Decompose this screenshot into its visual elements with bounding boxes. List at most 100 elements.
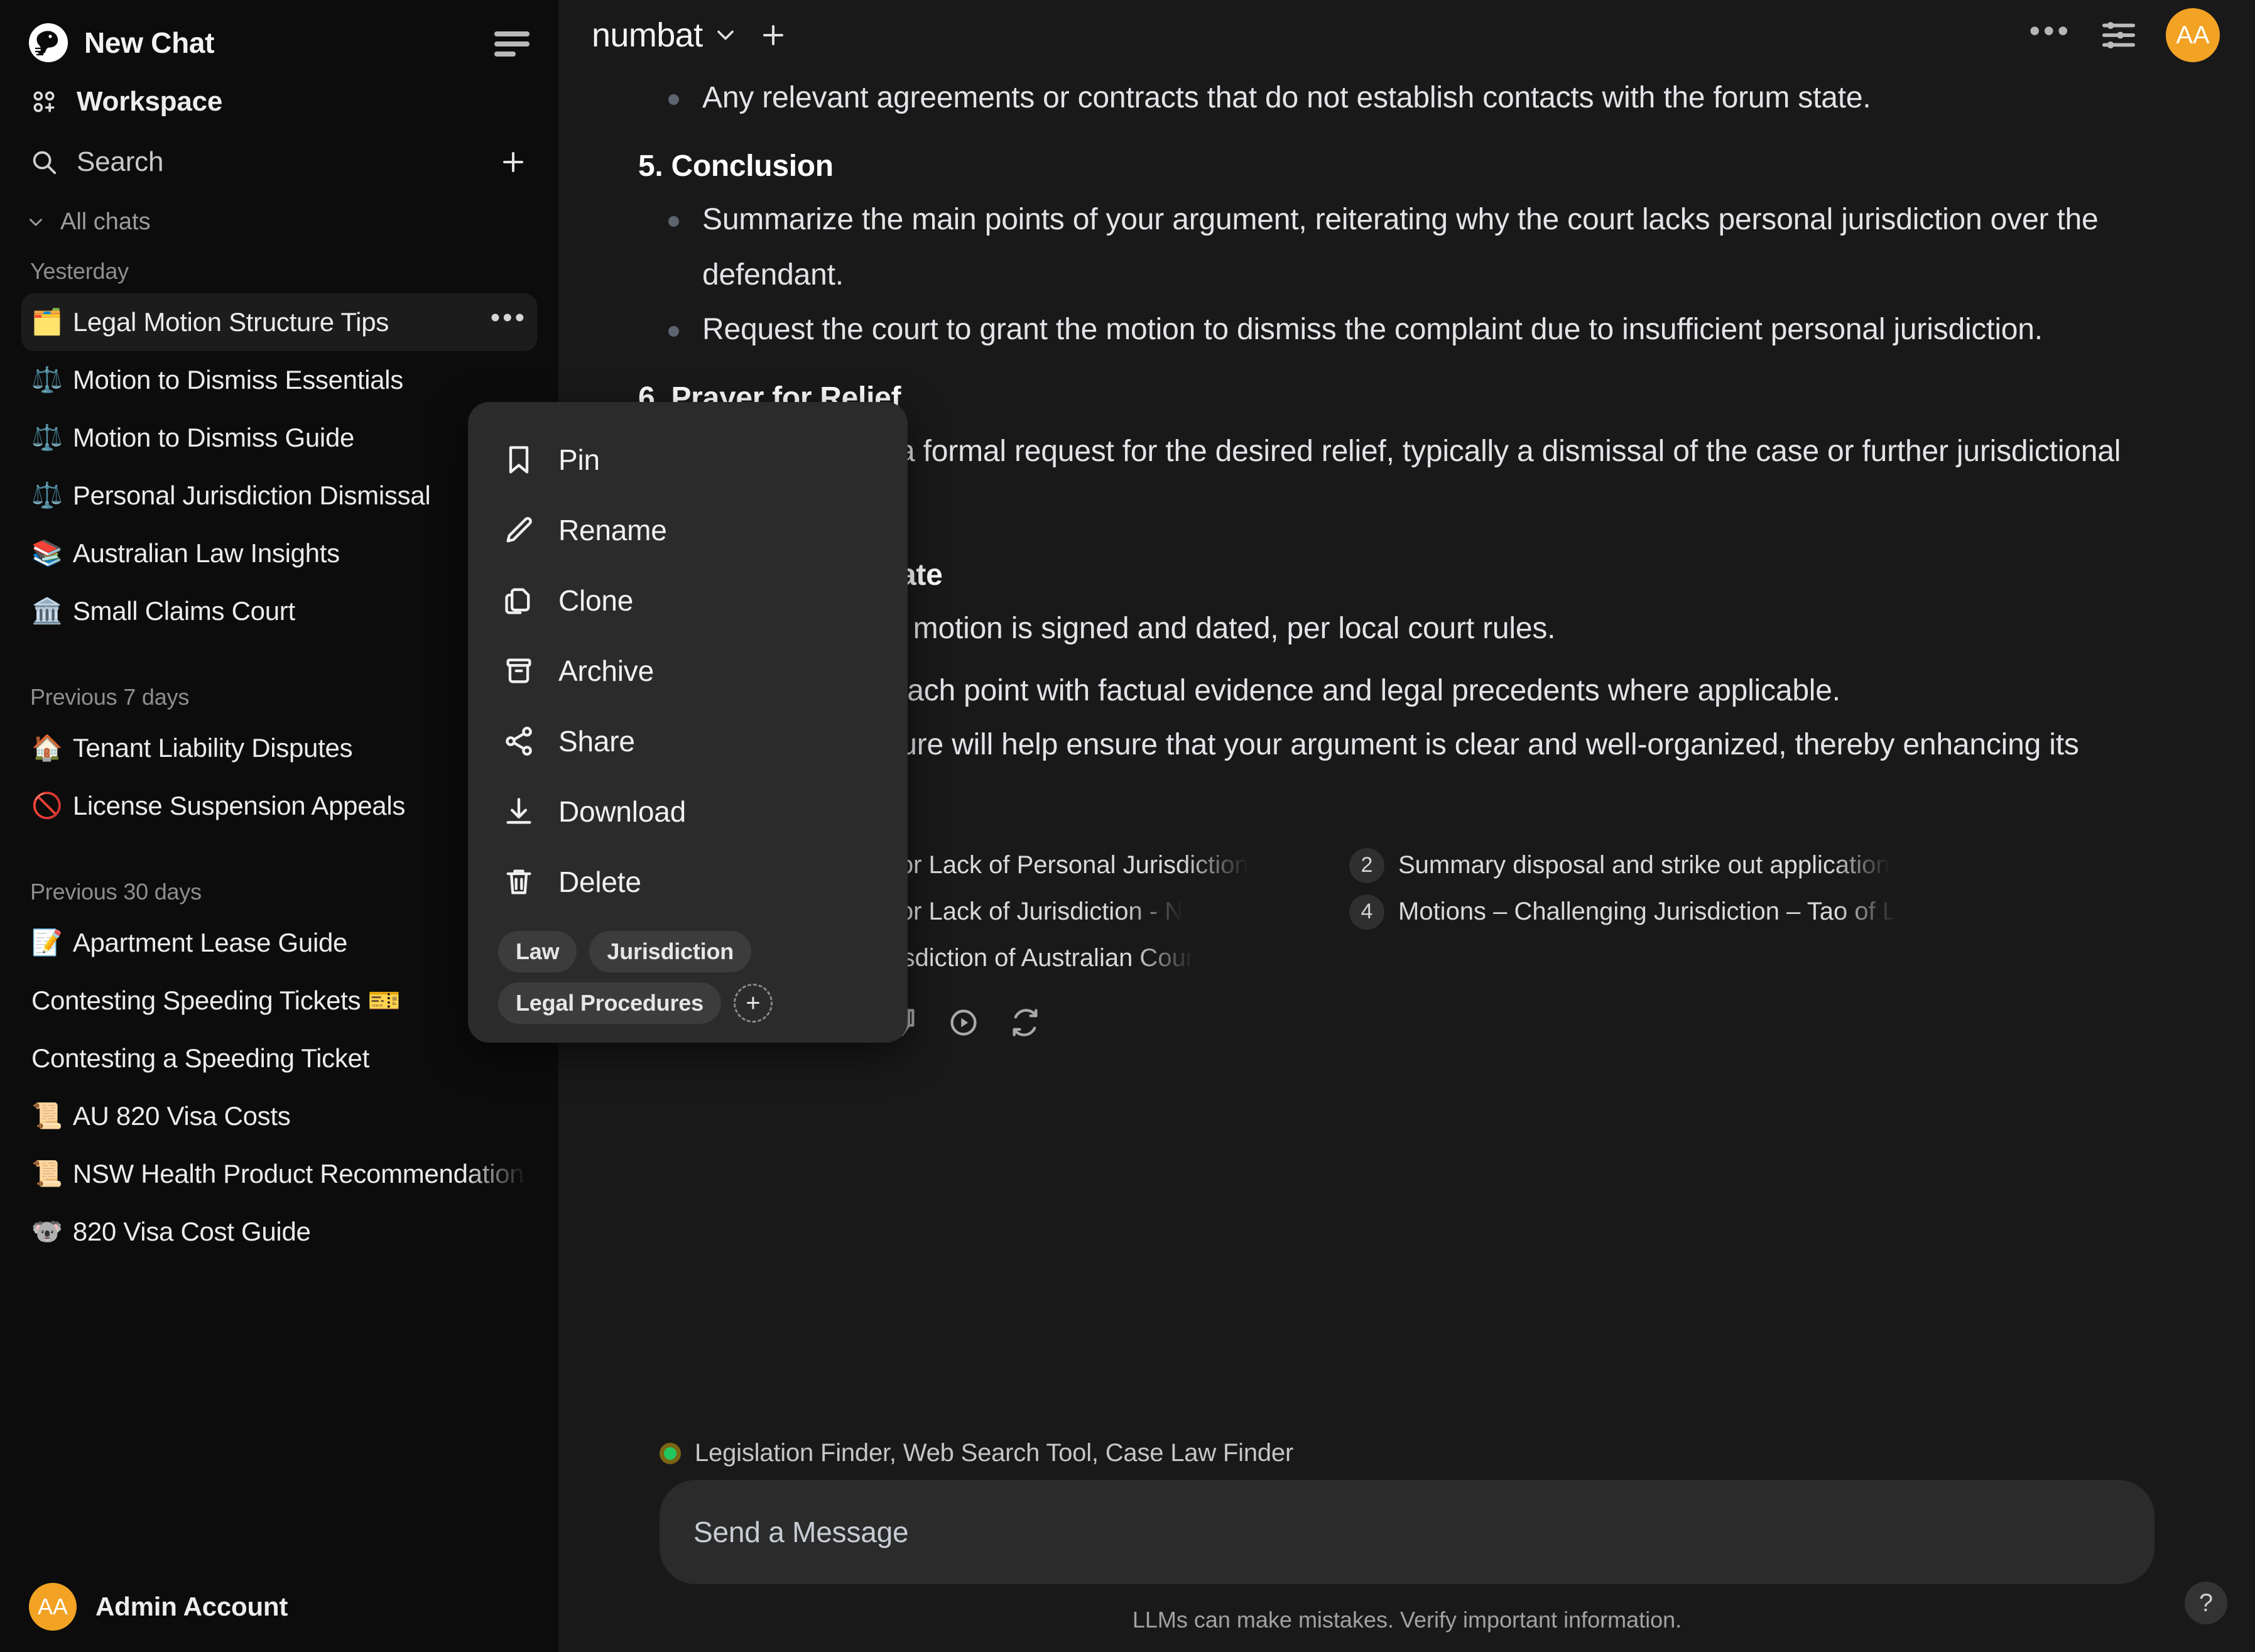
chat-emoji-icon: 📜 bbox=[31, 1160, 63, 1188]
tools-status-row[interactable]: Legislation Finder, Web Search Tool, Cas… bbox=[660, 1439, 2154, 1480]
play-icon[interactable] bbox=[946, 1005, 981, 1040]
context-menu-item-label: Share bbox=[558, 725, 635, 758]
context-menu-item-share[interactable]: Share bbox=[468, 706, 908, 776]
chat-emoji-icon: 🐨 bbox=[31, 1218, 63, 1246]
chat-list-item[interactable]: 📜 NSW Health Product Recommendations bbox=[21, 1145, 537, 1203]
chevron-down-icon bbox=[30, 218, 42, 226]
chat-emoji-icon: ⚖️ bbox=[31, 482, 63, 509]
chat-title: 820 Visa Cost Guide bbox=[72, 1217, 311, 1246]
model-chevron-down-icon[interactable] bbox=[703, 13, 748, 58]
chat-list-item[interactable]: 📚 Australian Law Insights bbox=[21, 524, 537, 582]
regenerate-icon[interactable] bbox=[1008, 1005, 1043, 1040]
chat-tags: Law Jurisdiction Legal Procedures + bbox=[468, 917, 908, 1029]
chat-title: Tenant Liability Disputes bbox=[72, 733, 353, 763]
toggle-sidebar-icon[interactable] bbox=[494, 29, 530, 57]
bullet-list-contacts: Any relevant agreements or contracts tha… bbox=[638, 70, 2142, 125]
chat-title: Contesting a Speeding Ticket bbox=[31, 1043, 369, 1073]
add-tag-button[interactable]: + bbox=[733, 984, 773, 1023]
context-menu-item-clone[interactable]: Clone bbox=[468, 565, 908, 636]
sidebar-item-search[interactable]: Search bbox=[29, 132, 530, 192]
trash-icon bbox=[502, 865, 536, 899]
chat-emoji-icon: 🚫 bbox=[31, 792, 63, 820]
list-item: Any relevant agreements or contracts tha… bbox=[638, 70, 2142, 125]
chat-group-label: Yesterday bbox=[30, 258, 129, 284]
message-input[interactable]: Send a Message bbox=[660, 1480, 2154, 1584]
account-row[interactable]: AA Admin Account bbox=[0, 1570, 558, 1652]
chat-list-item[interactable]: 📝 Apartment Lease Guide bbox=[21, 914, 537, 972]
chat-emoji-icon: 🏠 bbox=[31, 734, 63, 762]
chat-title: AU 820 Visa Costs bbox=[72, 1101, 291, 1131]
chat-list-item[interactable]: 🏛️ Small Claims Court bbox=[21, 582, 537, 640]
new-tab-plus-icon[interactable] bbox=[751, 13, 796, 58]
archive-icon bbox=[502, 654, 536, 688]
chat-title: License Suspension Appeals bbox=[72, 791, 406, 820]
tools-status-label: Legislation Finder, Web Search Tool, Cas… bbox=[695, 1439, 1294, 1467]
chat-title: Motion to Dismiss Guide bbox=[72, 423, 355, 452]
chat-emoji-icon: 📚 bbox=[31, 540, 63, 567]
chat-list-item[interactable]: ⚖️ Personal Jurisdiction Dismissal bbox=[21, 467, 537, 524]
chat-more-options-icon[interactable]: ••• bbox=[491, 304, 527, 332]
chat-list-item[interactable]: ⚖️ Motion to Dismiss Guide bbox=[21, 409, 537, 467]
context-menu-item-label: Download bbox=[558, 795, 686, 828]
bullet-list-conclusion: Summarize the main points of your argume… bbox=[638, 192, 2142, 357]
top-bar-actions: ••• AA bbox=[2029, 8, 2220, 62]
composer-area: Legislation Finder, Web Search Tool, Cas… bbox=[559, 1439, 2255, 1652]
context-menu-item-rename[interactable]: Rename bbox=[468, 495, 908, 565]
chat-emoji-icon: 🗂️ bbox=[31, 308, 63, 336]
more-options-icon[interactable]: ••• bbox=[2029, 15, 2072, 46]
context-menu-item-label: Rename bbox=[558, 514, 667, 546]
citation-item[interactable]: 2 Summary disposal and strike out applica… bbox=[1349, 847, 2041, 883]
citation-title: Motions – Challenging Jurisdiction – Tao… bbox=[1398, 898, 1897, 926]
context-menu-item-label: Clone bbox=[558, 584, 634, 617]
settings-sliders-icon[interactable] bbox=[2099, 16, 2138, 55]
chat-list-item[interactable]: 🚫 License Suspension Appeals bbox=[21, 777, 537, 835]
chat-list-item[interactable]: 🐨 820 Visa Cost Guide bbox=[21, 1203, 537, 1261]
context-menu-item-label: Archive bbox=[558, 655, 654, 687]
chat-group-label: Previous 30 days bbox=[30, 879, 202, 905]
status-dot-icon bbox=[660, 1442, 681, 1464]
tag-chip[interactable]: Legal Procedures bbox=[498, 982, 721, 1024]
disclaimer-text: LLMs can make mistakes. Verify important… bbox=[1132, 1607, 1682, 1633]
model-name: numbat bbox=[592, 16, 703, 54]
citation-number: 2 bbox=[1349, 847, 1384, 883]
chat-list-item[interactable]: 🗂️ Legal Motion Structure Tips ••• bbox=[21, 293, 537, 351]
all-chats-toggle[interactable]: All chats bbox=[0, 192, 558, 242]
chat-emoji-icon: 📝 bbox=[31, 929, 63, 957]
context-menu-item-delete[interactable]: Delete bbox=[468, 847, 908, 917]
chat-title: Australian Law Insights bbox=[72, 538, 340, 568]
chat-list-item[interactable]: 📜 AU 820 Visa Costs bbox=[21, 1087, 537, 1145]
download-icon bbox=[502, 795, 536, 829]
tag-chip[interactable]: Jurisdiction bbox=[589, 931, 752, 972]
citation-number: 4 bbox=[1349, 894, 1384, 930]
search-icon bbox=[29, 147, 59, 177]
user-avatar[interactable]: AA bbox=[2166, 8, 2220, 62]
heading-conclusion: 5. Conclusion bbox=[638, 149, 834, 183]
chat-title: Motion to Dismiss Essentials bbox=[72, 365, 403, 394]
chat-list-item[interactable]: 🏠 Tenant Liability Disputes bbox=[21, 719, 537, 777]
app-logo-icon bbox=[29, 23, 68, 62]
context-menu-item-download[interactable]: Download bbox=[468, 776, 908, 847]
tag-chip[interactable]: Law bbox=[498, 931, 577, 972]
chat-list-item[interactable]: Contesting a Speeding Ticket bbox=[21, 1030, 537, 1087]
sidebar-item-workspace[interactable]: Workspace bbox=[29, 72, 530, 132]
chat-emoji-icon: 🏛️ bbox=[31, 597, 63, 625]
chat-title: Legal Motion Structure Tips bbox=[72, 307, 389, 337]
chat-list-item[interactable]: Contesting Speeding Tickets 🎫 bbox=[21, 972, 537, 1030]
pencil-icon bbox=[502, 513, 536, 547]
citation-title: Summary disposal and strike out applicat… bbox=[1398, 851, 1890, 879]
chat-emoji-icon: ⚖️ bbox=[31, 424, 63, 452]
help-button[interactable]: ? bbox=[2185, 1582, 2227, 1624]
new-chat-row[interactable]: New Chat bbox=[29, 14, 530, 72]
copy-icon bbox=[502, 584, 536, 617]
bookmark-icon bbox=[502, 443, 536, 477]
chat-title: NSW Health Product Recommendations bbox=[72, 1159, 527, 1188]
app-root: New Chat Workspace Search All chats Yest… bbox=[0, 0, 2255, 1652]
new-chat-label: New Chat bbox=[84, 26, 215, 59]
avatar: AA bbox=[29, 1583, 77, 1631]
citation-item[interactable]: 4 Motions – Challenging Jurisdiction – Ta… bbox=[1349, 894, 2041, 930]
context-menu-item-pin[interactable]: Pin bbox=[468, 425, 908, 495]
context-menu-item-label: Delete bbox=[558, 866, 641, 898]
context-menu-item-archive[interactable]: Archive bbox=[468, 636, 908, 706]
chat-list-item[interactable]: ⚖️ Motion to Dismiss Essentials bbox=[21, 351, 537, 409]
new-chat-plus-icon[interactable] bbox=[497, 146, 530, 178]
